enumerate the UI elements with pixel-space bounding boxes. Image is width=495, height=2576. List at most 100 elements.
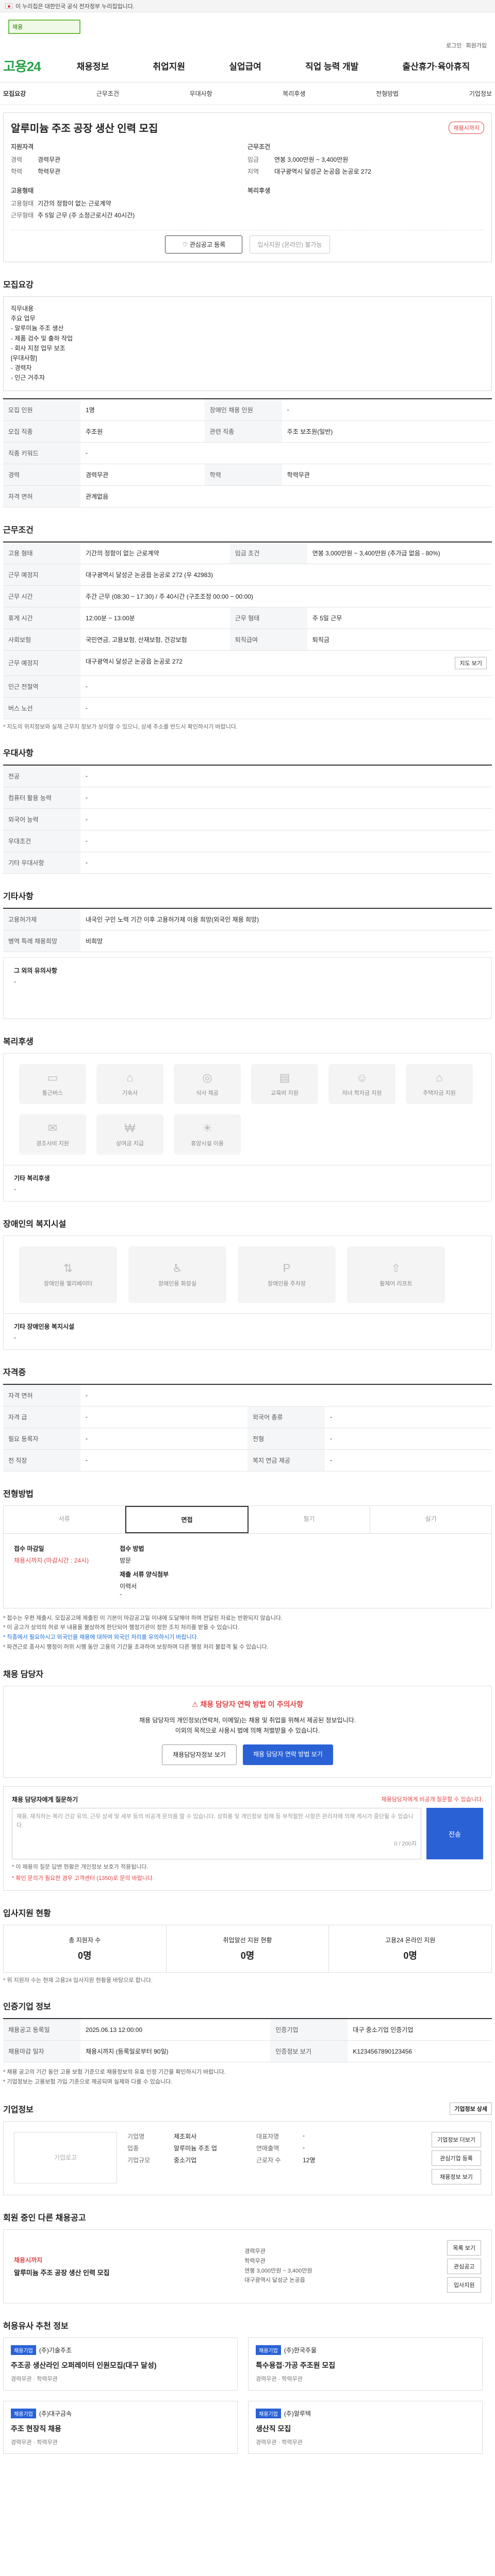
tab-work[interactable]: 근무조건 [96, 89, 119, 98]
table-cell: 대구광역시 달성군 논공읍 논공로 272 지도 보기 [80, 650, 492, 676]
inquiry-placeholder: 채용, 재직하는 복리 건강 유의, 근무 상세 및 세부 등의 비공개 문의를… [16, 1814, 414, 1828]
elevator-icon: ⇅ [63, 1261, 73, 1275]
card-meta: 경력무관 · 학력무관 [256, 2439, 303, 2446]
job-title: 알루미늄 주조 공장 생산 인력 모집 [11, 123, 158, 134]
tab-company[interactable]: 기업정보 [469, 89, 492, 98]
welfare-item: ☀ 휴양시설 이용 [174, 1114, 241, 1155]
disabled-other-text: - [14, 1333, 16, 1341]
table-header: 휴게 시간 [3, 607, 80, 629]
disabled-other: 기타 장애인용 복지시설 - [3, 1313, 492, 1350]
section-reg-title: 인증기업 정보 [3, 2003, 51, 2012]
contact-method-button[interactable]: 채용 담당자 연락 방법 보기 [242, 1744, 333, 1766]
welfare-label: 휴양시설 이용 [191, 1140, 224, 1147]
view-contact-button[interactable]: 채용담당자정보 보기 [162, 1744, 237, 1766]
welfare-other-label: 기타 복리후생 [14, 1174, 50, 1182]
restroom-icon: ♿ [172, 1261, 183, 1275]
scrap-button[interactable]: ♡ 관심공고 등록 [165, 235, 243, 253]
card-tag: 채용기업 [11, 2345, 36, 2355]
gov-notice-text: 이 누리집은 대한민국 공식 전자정부 누리집입니다. [15, 3, 135, 10]
login-link[interactable]: 로그인 [446, 41, 461, 49]
gnb-item-training[interactable]: 직업 능력 개발 [305, 59, 358, 72]
meta-line: 경력무관 [244, 2248, 266, 2255]
send-button[interactable]: 전송 [426, 1808, 483, 1860]
list-button[interactable]: 목록 보기 [447, 2240, 481, 2256]
card-title[interactable]: 주조공 생산라인 오퍼레이터 인원모집(대구 달성) [11, 2360, 230, 2370]
similar-card[interactable]: 채용기업 (주)대구금속 주조 현장직 채용 경력무관 · 학력무관 [3, 2400, 238, 2454]
child-icon: ☺ [356, 1071, 368, 1084]
similar-card[interactable]: 채용기업 (주)한국주물 특수용접·가공 주조원 모집 경력무관 · 학력무관 [248, 2337, 483, 2391]
table-cell: - [80, 1406, 248, 1428]
table-cell: 경력무관 [80, 464, 205, 486]
recruit-description: 직무내용 주요 업무 - 알루미늄 주조 생산 - 제품 검수 및 출하 작업 … [3, 296, 492, 391]
table-row: 외국어 능력 - [3, 808, 492, 831]
map-button[interactable]: 지도 보기 [455, 656, 487, 669]
table-header: 모집 직종 [3, 420, 80, 443]
company-detail-button[interactable]: 기업정보 상세 [450, 2102, 492, 2115]
bonus-icon: ₩ [124, 1121, 136, 1134]
table-cell: - [80, 697, 492, 719]
other-job-item[interactable]: 채용시까지 알루미늄 주조 공장 생산 인력 모집 경력무관 학력무관 연봉 3… [3, 2229, 492, 2303]
disabled-label: 장애인용 화장실 [158, 1280, 196, 1287]
gnb-item-employment-support[interactable]: 취업지원 [153, 59, 185, 72]
card-title[interactable]: 생산직 모집 [256, 2424, 475, 2434]
card-title[interactable]: 특수용접·가공 주조원 모집 [256, 2360, 475, 2370]
docs-value: 이력서 [120, 1582, 137, 1590]
method-tab-practical[interactable]: 실기 [370, 1506, 491, 1533]
table-cell: 2025.06.13 12:00:00 [80, 2019, 271, 2041]
table-cell: 연봉 3,000만원 ~ 3,400만원 (추가급 없음 - 80%) [307, 541, 492, 564]
company-fav-button[interactable]: 관심기업 등록 [432, 2150, 481, 2166]
recruit-line: - 경력자 [11, 364, 32, 372]
table-cell: 국민연금, 고용보험, 산재보험, 건강보험 [80, 629, 230, 651]
tab-welfare[interactable]: 복리후생 [283, 89, 305, 98]
company-more-button[interactable]: 기업정보 더보기 [432, 2131, 481, 2147]
method-tab-interview[interactable]: 면접 [125, 1505, 249, 1533]
table-row: 근무 예정지 대구광역시 달성군 논공읍 논공로 272 지도 보기 [3, 650, 492, 676]
search-input[interactable]: 채용 [8, 20, 80, 34]
tab-pref[interactable]: 우대사항 [190, 89, 212, 98]
deadline-label: 접수 마감일 [14, 1545, 44, 1552]
card-tag: 채용기업 [256, 2345, 281, 2355]
similar-card[interactable]: 채용기업 (주)기술주조 주조공 생산라인 오퍼레이터 인원모집(대구 달성) 경… [3, 2337, 238, 2391]
recruit-line: - 알루미늄 주조 생산 [11, 325, 64, 332]
tab-recruit[interactable]: 모집요강 [3, 89, 26, 98]
table-header: 고용허가제 [3, 908, 80, 930]
table-row: 채용공고 등록일 2025.06.13 12:00:00 인증기업 대구 중소기업 인… [3, 2019, 492, 2041]
kv-key: 연매출액 [256, 2144, 279, 2152]
card-title[interactable]: 주조 현장직 채용 [11, 2424, 230, 2434]
table-row: 자격 급 - 외국어 종류 - [3, 1406, 492, 1428]
other-job-title[interactable]: 알루미늄 주조 공장 생산 인력 모집 [14, 2267, 110, 2277]
contact-alert-title-text: 채용 담당자 연락 방법 이 주의사항 [200, 1700, 304, 1709]
table-cell: 12:00분 ~ 13:00분 [80, 607, 230, 629]
gnb-item-unemployment[interactable]: 실업급여 [229, 59, 261, 72]
logo[interactable]: 고용24 [3, 56, 55, 75]
apply-small-button[interactable]: 입사지원 [447, 2277, 481, 2293]
fav-button[interactable]: 관심공고 [447, 2258, 481, 2274]
method-tab-written[interactable]: 필기 [249, 1505, 370, 1533]
kv-key: 학력 [11, 168, 23, 175]
table-cell: - [325, 1428, 492, 1450]
tab-method[interactable]: 전형방법 [376, 89, 399, 98]
card-tag: 채용기업 [256, 2408, 281, 2418]
stat-label: 총 지원자 수 [69, 1937, 101, 1944]
docs-value-2: - [120, 1590, 122, 1598]
pref-table: 전공 - 컴퓨터 활용 능력 - 외국어 능력 - 우대조건 - 기타 우대사항 - [3, 764, 492, 874]
gnb-item-leave[interactable]: 출산휴가·육아휴직 [403, 59, 470, 72]
global-nav: 고용24 채용정보 취업지원 실업급여 직업 능력 개발 출산휴가·육아휴직 [0, 49, 495, 82]
resort-icon: ☀ [202, 1121, 212, 1134]
table-row: 자격 면허 - [3, 1384, 492, 1406]
apply-button[interactable]: 입사지원 (온라인) 불가능 [250, 235, 330, 253]
flag-icon [5, 3, 12, 9]
welfare-other-text: - [14, 1185, 16, 1193]
stat-value: 0명 [403, 1951, 417, 1961]
table-header: 관련 직종 [204, 420, 282, 443]
inquiry-textarea[interactable]: 채용, 재직하는 복리 건강 유의, 근무 상세 및 세부 등의 비공개 문의를… [12, 1808, 421, 1860]
gnb-item-jobs[interactable]: 채용정보 [77, 59, 109, 72]
table-row: 고용허가제 내국인 구인 노력 기간 이후 고용허가제 이용 희망(외국인 채용 … [3, 908, 492, 930]
method-tab-document[interactable]: 서류 [4, 1505, 125, 1533]
similar-card[interactable]: 채용기업 (주)알루텍 생산직 모집 경력무관 · 학력무관 [248, 2400, 483, 2454]
table-row: 버스 노선 - [3, 697, 492, 719]
company-jobs-button[interactable]: 채용정보 보기 [432, 2168, 481, 2184]
signup-link[interactable]: 회원가입 [466, 41, 487, 49]
table-header: 인근 전철역 [3, 675, 80, 698]
section-other-jobs-title: 회원 중인 다른 채용공고 [3, 2213, 86, 2223]
